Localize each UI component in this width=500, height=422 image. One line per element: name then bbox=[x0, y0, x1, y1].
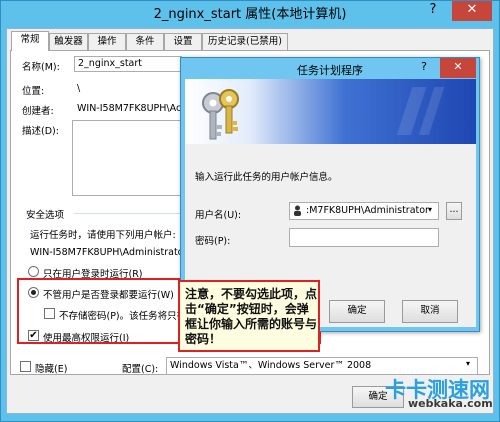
description-field[interactable] bbox=[72, 120, 182, 196]
author-label: 创建者: bbox=[22, 106, 54, 117]
browse-button[interactable]: ... bbox=[446, 202, 462, 220]
hidden-label: 隐藏(E) bbox=[35, 364, 68, 375]
tab-history[interactable]: 历史记录(已禁用) bbox=[202, 33, 288, 50]
chevron-down-icon: ▾ bbox=[466, 359, 471, 368]
location-value: \ bbox=[77, 83, 81, 94]
dialog-close-button[interactable]: ✕ bbox=[440, 58, 476, 78]
watermark-url: webkaka.com bbox=[408, 397, 493, 410]
dialog-cancel-button[interactable]: 取消 bbox=[402, 300, 458, 323]
dialog-help-button[interactable]: ? bbox=[410, 58, 438, 78]
keys-icon bbox=[202, 87, 445, 140]
dialog-ok-button[interactable]: 确定 bbox=[329, 300, 385, 323]
password-label: 密码(P): bbox=[195, 236, 231, 247]
description-label: 描述(D): bbox=[22, 126, 59, 137]
username-label: 用户名(U): bbox=[195, 210, 242, 221]
dialog-prompt: 输入运行此任务的用户帐户信息。 bbox=[195, 172, 338, 183]
tab-general[interactable]: 常规 bbox=[11, 31, 49, 51]
group-divider bbox=[74, 213, 180, 214]
dialog-banner bbox=[185, 79, 476, 144]
name-field[interactable]: 2_nginx_start bbox=[74, 56, 182, 72]
username-chevron-down-icon: ▾ bbox=[428, 205, 433, 214]
password-field[interactable] bbox=[289, 228, 439, 247]
annotation-callout: 注意，不要勾选此项，点击“确定”按钮时，会弹框让你输入所需的账号与密码！ bbox=[178, 280, 320, 352]
user-icon bbox=[293, 205, 302, 216]
configure-label: 配置(C): bbox=[122, 364, 159, 375]
location-label: 位置: bbox=[22, 86, 45, 97]
configure-select[interactable]: Windows Vista™、Windows Server™ 2008 bbox=[166, 357, 478, 375]
tab-conditions[interactable]: 条件 bbox=[126, 33, 164, 50]
run-as-label: 运行任务时，请使用下列用户帐户: bbox=[30, 230, 176, 241]
tab-settings[interactable]: 设置 bbox=[164, 33, 202, 50]
radio-logged-on[interactable] bbox=[28, 266, 39, 277]
username-field[interactable]: :M7FK8UPH\Administrator bbox=[289, 202, 439, 220]
close-button[interactable]: ✕ bbox=[452, 1, 492, 21]
help-button[interactable]: ? bbox=[418, 1, 448, 21]
author-value: WIN-I58M7FK8UPH\Ac bbox=[77, 103, 180, 114]
annotation-text: 注意，不要勾选此项，点击“确定”按钮时，会弹框让你输入所需的账号与密码！ bbox=[185, 287, 318, 346]
account-value: WIN-I58M7FK8UPH\Administrato bbox=[30, 247, 180, 258]
hidden-checkbox[interactable] bbox=[20, 361, 31, 372]
security-group-label: 安全选项 bbox=[26, 210, 65, 221]
name-label: 名称(M): bbox=[22, 62, 60, 73]
tab-actions[interactable]: 操作 bbox=[88, 33, 126, 50]
tab-triggers[interactable]: 触发器 bbox=[49, 33, 88, 50]
